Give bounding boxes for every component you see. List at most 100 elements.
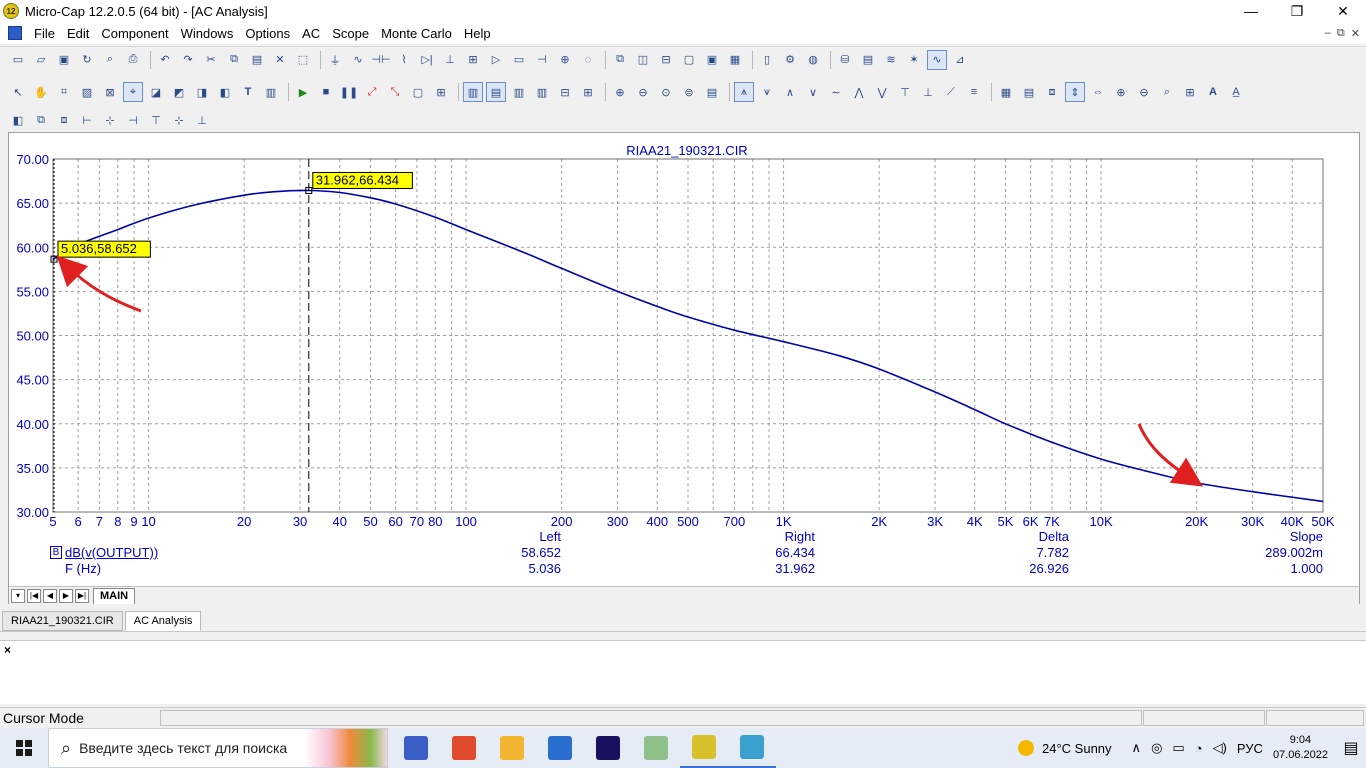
premiere-app[interactable] — [584, 728, 632, 768]
zoom-out-icon[interactable]: ⊖ — [633, 82, 653, 102]
print-preview-icon[interactable]: ⌕ — [100, 50, 120, 70]
copy-icon[interactable]: ⧉ — [224, 50, 244, 70]
font-style-icon[interactable]: A̲ — [1226, 82, 1246, 102]
undo-icon[interactable]: ↶ — [155, 50, 175, 70]
group-icon[interactable]: ⧉ — [31, 110, 51, 130]
last-page-button[interactable]: ▶| — [75, 588, 89, 603]
transistor-icon[interactable]: ⊥ — [440, 50, 460, 70]
demagnify-icon[interactable]: ⊖ — [1134, 82, 1154, 102]
graph-icon[interactable]: ⊠ — [100, 82, 120, 102]
analysis-plot-icon[interactable]: ∿ — [927, 49, 947, 70]
menu-scope[interactable]: Scope — [326, 26, 375, 41]
tools-icon[interactable]: ✶ — [904, 50, 924, 70]
menu-windows[interactable]: Windows — [175, 26, 240, 41]
slope-icon[interactable]: ⟋ — [941, 82, 961, 102]
menu-file[interactable]: File — [28, 26, 61, 41]
zoom-tool-icon[interactable]: ⌗ — [54, 82, 74, 102]
scope-cursor-icon[interactable]: ⌖ — [123, 82, 143, 102]
node-icon[interactable]: ◌ — [578, 50, 598, 70]
weather-text[interactable]: 24°C Sunny — [1042, 741, 1112, 756]
grid-alt-icon[interactable]: ▥ — [509, 82, 529, 102]
save-app[interactable] — [392, 728, 440, 768]
pan-icon[interactable]: ✋ — [31, 82, 51, 102]
component-library-icon[interactable]: ⛁ — [835, 50, 855, 70]
redo-icon[interactable]: ↷ — [178, 50, 198, 70]
stepping-icon[interactable]: ≋ — [881, 50, 901, 70]
prev-page-button[interactable]: ◀ — [43, 588, 57, 603]
menu-ac[interactable]: AC — [296, 26, 326, 41]
print-icon[interactable]: ⎙ — [123, 50, 143, 70]
tile-vertical-icon[interactable]: ◫ — [633, 50, 653, 70]
globe-icon[interactable]: ◍ — [803, 50, 823, 70]
ic-icon[interactable]: ⊞ — [463, 50, 483, 70]
opamp-icon[interactable]: ▷ — [486, 50, 506, 70]
global-low-icon[interactable]: ⋁ — [872, 82, 892, 102]
point-tag-icon[interactable]: ◩ — [169, 82, 189, 102]
pause-icon[interactable]: ❚❚ — [339, 82, 359, 102]
cross-grid-icon[interactable]: ⊞ — [578, 82, 598, 102]
align-center-icon[interactable]: ⊹ — [100, 110, 120, 130]
store-app[interactable] — [536, 728, 584, 768]
align-left-icon[interactable]: ⊢ — [77, 110, 97, 130]
stop-icon[interactable]: ■ — [316, 82, 336, 102]
notifications-icon[interactable]: ▤ — [1336, 738, 1366, 758]
low-icon[interactable]: ∨ — [803, 82, 823, 102]
high-icon[interactable]: ∧ — [780, 82, 800, 102]
tab-main[interactable]: MAIN — [93, 587, 136, 604]
diode-icon[interactable]: ▷| — [417, 50, 437, 70]
tag-icon[interactable]: ◪ — [146, 82, 166, 102]
inflection-icon[interactable]: ∼ — [826, 82, 846, 102]
align-top-icon[interactable]: ⊤ — [146, 110, 166, 130]
language-indicator[interactable]: РУС — [1237, 741, 1263, 756]
peak-icon[interactable]: ⩚ — [734, 82, 754, 102]
tile-horizontal-icon[interactable]: ⊟ — [656, 50, 676, 70]
grid-alt2-icon[interactable]: ▥ — [532, 82, 552, 102]
window-icon[interactable]: ▢ — [679, 50, 699, 70]
text-icon[interactable]: T — [238, 82, 258, 102]
zoom-in-icon[interactable]: ⊕ — [610, 82, 630, 102]
mdi-close-button[interactable]: ✕ — [1351, 27, 1360, 40]
clock[interactable]: 9:04 07.06.2022 — [1273, 733, 1328, 763]
delete-icon[interactable]: ✕ — [270, 50, 290, 70]
zoom-reset-icon[interactable]: ⊜ — [679, 82, 699, 102]
clipboard-icon[interactable]: ▦ — [996, 82, 1016, 102]
window-alt-icon[interactable]: ▣ — [702, 50, 722, 70]
same-x-scales-icon[interactable]: ⇔ — [1088, 82, 1108, 102]
revert-icon[interactable]: ↻ — [77, 50, 97, 70]
capacitor-icon[interactable]: ⊣⊢ — [371, 50, 391, 70]
menu-help[interactable]: Help — [458, 26, 497, 41]
run-icon[interactable]: ▶ — [293, 82, 313, 102]
new-file-icon[interactable]: ▭ — [8, 50, 28, 70]
animate-icon[interactable]: ⧈ — [1042, 82, 1062, 102]
minimize-button[interactable]: — — [1228, 0, 1274, 22]
align-bottom-icon[interactable]: ⊥ — [192, 110, 212, 130]
horizontal-axis-icon[interactable]: ⊟ — [555, 82, 575, 102]
global-high-icon[interactable]: ⋀ — [849, 82, 869, 102]
grid-icon[interactable]: ▥ — [463, 82, 483, 102]
picture-icon[interactable]: ▨ — [77, 82, 97, 102]
cascade-icon[interactable]: ⧉ — [610, 50, 630, 70]
mdi-minimize-button[interactable]: – — [1325, 27, 1331, 39]
maximize-button[interactable]: ❐ — [1274, 0, 1320, 22]
taskbar-search[interactable]: ⌕ Введите здесь текст для поиска — [48, 728, 388, 768]
same-y-scales-icon[interactable]: ⇕ — [1065, 82, 1085, 102]
data-points-icon[interactable]: ▢ — [408, 82, 428, 102]
text-tool-icon[interactable]: ▤ — [858, 50, 878, 70]
close-output-icon[interactable]: × — [4, 643, 11, 657]
bring-front-icon[interactable]: ◧ — [8, 110, 28, 130]
explorer-app[interactable] — [488, 728, 536, 768]
page-menu-button[interactable]: ▾ — [11, 588, 25, 603]
paste-icon[interactable]: ▤ — [247, 50, 267, 70]
zoom-region-icon[interactable]: ⌕ — [1157, 82, 1177, 102]
tab-ac-analysis[interactable]: AC Analysis — [124, 611, 202, 631]
minor-grid-icon[interactable]: ▤ — [486, 82, 506, 102]
tokens-icon[interactable]: ⊞ — [431, 82, 451, 102]
mdi-restore-button[interactable]: ⧉ — [1337, 27, 1345, 40]
save-icon[interactable]: ▣ — [54, 50, 74, 70]
volume-icon[interactable]: ◁) — [1213, 740, 1227, 756]
plot-window[interactable]: RIAA21_190321.CIR 70.00 65.00 60.00 55.00 50… — [8, 132, 1360, 604]
source-icon[interactable]: ⊕ — [555, 50, 575, 70]
bottom-icon[interactable]: ⊥ — [918, 82, 938, 102]
font-icon[interactable]: A — [1203, 82, 1223, 102]
meet-icon[interactable]: ◎ — [1151, 740, 1162, 756]
